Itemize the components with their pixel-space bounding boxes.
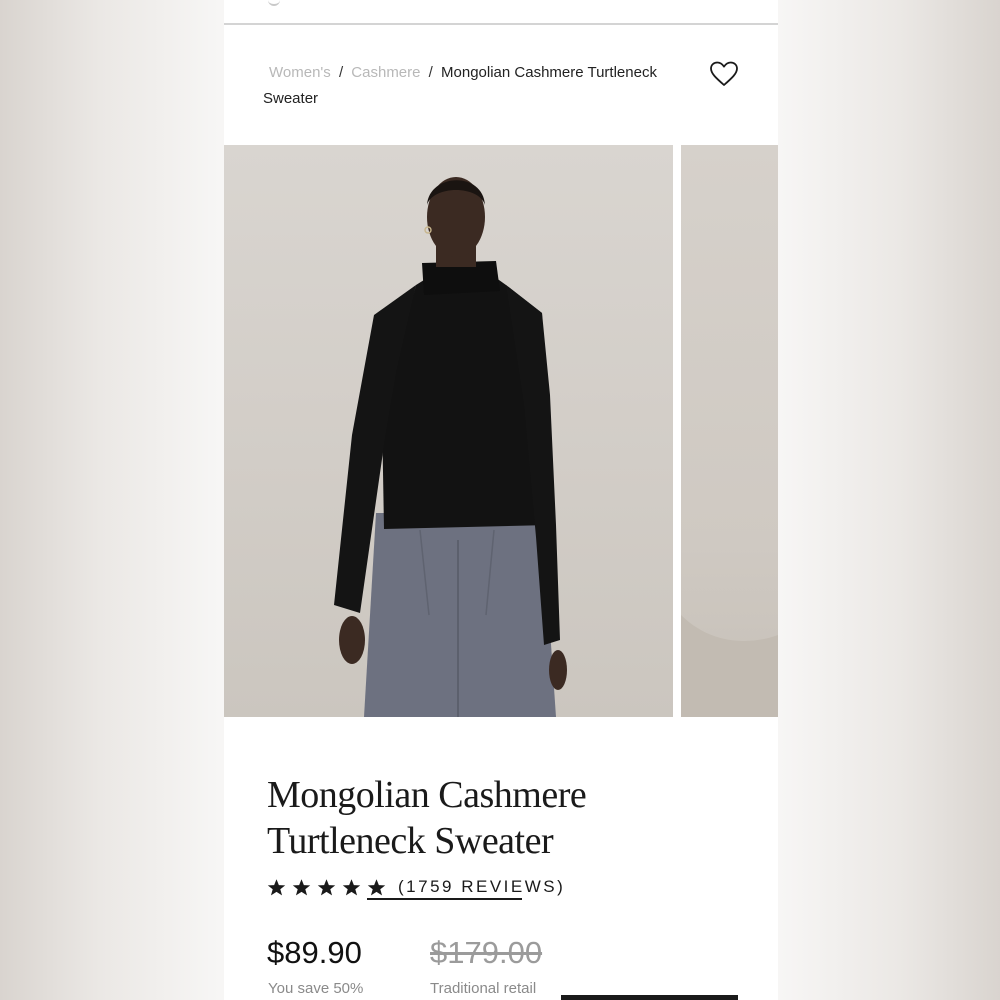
heart-outline-icon[interactable] [708,58,740,90]
add-to-bag-button[interactable] [561,995,738,1000]
sale-price: $89.90 [267,935,362,970]
breadcrumb-separator: / [428,64,433,81]
product-title: Mongolian Cashmere Turtleneck Sweater [267,774,587,862]
traditional-retail-price: $179.00 [430,935,543,970]
star-icon [342,878,361,895]
traditional-retail-label: Traditional retail [430,980,537,997]
product-page: Women's / Cashmere / Mongolian Cashmere … [224,0,778,1000]
star-icon [292,878,311,895]
reviews-link-underline [367,898,522,900]
model-illustration [334,177,567,717]
star-icon [367,878,386,895]
savings-note: You save 50% [268,980,364,997]
star-rating [267,878,386,897]
breadcrumb: Women's / Cashmere / Mongolian Cashmere … [263,60,703,112]
rating-row: (1759 REVIEWS) [267,874,565,900]
header-divider [224,23,778,25]
next-photo-shadow [681,615,778,717]
header-remnant [268,0,280,6]
product-photo-main[interactable] [224,145,673,717]
product-photo-next[interactable] [681,145,778,717]
reviews-link[interactable]: (1759 REVIEWS) [398,877,565,897]
breadcrumb-link-cashmere[interactable]: Cashmere [351,64,420,81]
breadcrumb-separator: / [338,64,344,81]
star-icon [317,878,336,895]
star-icon [267,878,286,895]
breadcrumb-link-womens[interactable]: Women's [269,64,331,81]
product-image-gallery[interactable] [224,145,778,717]
